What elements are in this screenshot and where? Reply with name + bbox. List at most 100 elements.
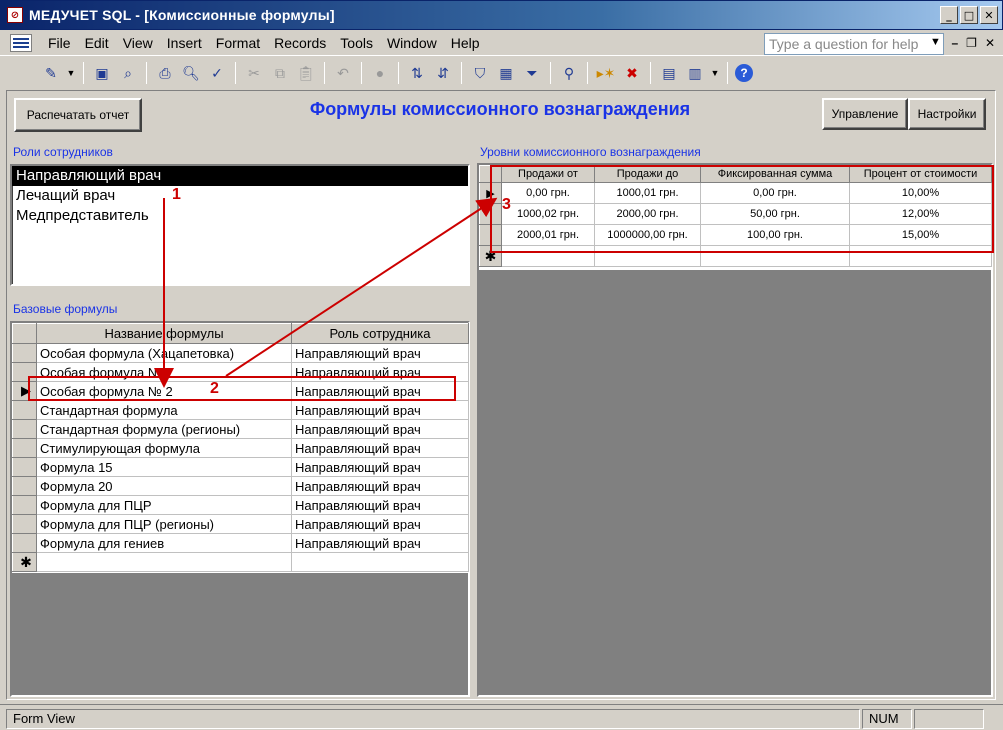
save-icon[interactable]: ▣ [91,62,113,84]
record-selector[interactable] [12,343,37,363]
undo-icon[interactable]: ↶ [332,62,354,84]
menu-file[interactable]: File [42,35,79,51]
help-search-input[interactable]: Type a question for help [764,33,944,55]
employee-role-cell[interactable]: Направляющий врач [291,533,469,553]
employee-role-cell[interactable]: Направляющий врач [291,495,469,515]
new-record-icon[interactable]: ✱ [12,552,37,572]
print-preview-icon[interactable]: 🔍︎ [180,62,202,84]
apply-filter-icon[interactable]: ⏷ [521,62,543,84]
settings-button[interactable]: Настройки [908,98,986,130]
menu-help[interactable]: Help [445,35,488,51]
file-search-icon[interactable]: ⌕ [117,62,139,84]
help-icon[interactable]: ? [735,64,753,82]
formula-name-cell[interactable]: Стандартная формула (регионы) [36,419,292,439]
paste-icon[interactable]: 📋︎ [295,62,317,84]
table-row[interactable]: Формула 15 Направляющий врач [12,457,469,477]
help-dropdown-icon[interactable]: ▼ [930,36,941,48]
employee-role-cell[interactable]: Направляющий врач [291,343,469,363]
empty-cell[interactable] [36,552,292,572]
menu-view[interactable]: View [117,35,161,51]
employee-role-cell[interactable]: Направляющий врач [291,438,469,458]
app-icon: ⊘ [7,7,23,23]
mdi-restore-icon[interactable]: ❐ [966,36,977,50]
role-item[interactable]: Направляющий врач [12,166,468,186]
record-selector[interactable] [12,400,37,420]
employee-role-cell[interactable]: Направляющий врач [291,457,469,477]
formula-name-cell[interactable]: Формула 15 [36,457,292,477]
record-selector[interactable] [12,457,37,477]
record-selector[interactable] [12,533,37,553]
base-grid-empty-area [12,573,468,695]
manage-button[interactable]: Управление [822,98,908,130]
close-button[interactable]: ✕ [980,6,998,24]
design-view-icon[interactable]: ✎ [40,62,62,84]
record-selector[interactable] [12,419,37,439]
table-row[interactable]: Формула для гениев Направляющий врач [12,533,469,553]
table-row[interactable]: Формула для ПЦР (регионы) Направляющий вр… [12,514,469,534]
menu-tools[interactable]: Tools [334,35,381,51]
employee-role-cell[interactable]: Направляющий врач [291,400,469,420]
formula-name-cell[interactable]: Стимулирующая формула [36,438,292,458]
mdi-minimize-icon[interactable]: – [951,36,958,50]
filter-by-form-icon[interactable]: ▦ [495,62,517,84]
menu-edit[interactable]: Edit [79,35,117,51]
formula-name-cell[interactable]: Формула для гениев [36,533,292,553]
formula-name-cell[interactable]: Особая формула (Хацапетовка) [36,343,292,363]
filter-by-selection-icon[interactable]: ⛉ [469,62,491,84]
record-selector[interactable] [12,514,37,534]
column-header-employee-role[interactable]: Роль сотрудника [291,323,469,344]
grid-corner[interactable] [12,323,37,344]
role-item[interactable]: Медпредставитель [12,206,468,226]
menu-format[interactable]: Format [210,35,268,51]
table-row[interactable]: Стандартная формула Направляющий врач [12,400,469,420]
minimize-button[interactable]: _ [940,6,958,24]
table-row[interactable]: Особая формула (Хацапетовка) Направляющий… [12,343,469,363]
new-object-icon[interactable]: ▥ [684,62,706,84]
hyperlink-icon[interactable]: ● [369,62,391,84]
new-record-row[interactable]: ✱ [12,552,469,572]
sort-ascending-icon[interactable]: ⇅ [406,62,428,84]
table-row[interactable]: Формула 20 Направляющий врач [12,476,469,496]
find-icon[interactable]: ⚲ [558,62,580,84]
copy-icon[interactable]: ⧉ [269,62,291,84]
formula-name-cell[interactable]: Формула для ПЦР (регионы) [36,514,292,534]
formula-name-cell[interactable]: Формула 20 [36,476,292,496]
record-selector[interactable] [12,476,37,496]
print-icon[interactable]: ⎙ [154,62,176,84]
database-window-icon[interactable]: ▤ [658,62,680,84]
column-header-formula-name[interactable]: Название формулы [36,323,292,344]
formula-name-cell[interactable]: Формула для ПЦР [36,495,292,515]
record-selector[interactable] [12,438,37,458]
base-formulas-label: Базовые формулы [13,302,118,316]
table-row[interactable]: Формула для ПЦР Направляющий врач [12,495,469,515]
mdi-close-icon[interactable]: ✕ [985,36,995,50]
status-mode: Form View [6,709,860,729]
record-selector[interactable] [12,495,37,515]
view-dropdown-icon[interactable]: ▼ [66,62,76,84]
annotation-box-selected-formula [28,376,456,401]
toolbar-separator [727,62,728,84]
spelling-icon[interactable]: ✓ [206,62,228,84]
cut-icon[interactable]: ✂ [243,62,265,84]
employee-role-cell[interactable]: Направляющий врач [291,419,469,439]
empty-cell[interactable] [291,552,469,572]
delete-record-icon[interactable]: ✖ [621,62,643,84]
sort-descending-icon[interactable]: ⇵ [432,62,454,84]
employee-role-cell[interactable]: Направляющий врач [291,514,469,534]
form-icon[interactable] [10,33,32,52]
formula-name-cell[interactable]: Стандартная формула [36,400,292,420]
roles-listbox[interactable]: Направляющий врач Лечащий врач Медпредст… [10,164,470,286]
menu-window[interactable]: Window [381,35,445,51]
print-report-button[interactable]: Распечатать отчет [14,98,142,132]
menu-insert[interactable]: Insert [161,35,210,51]
title-bar: ⊘ МЕДУЧЕТ SQL - [Комиссионные формулы] _… [0,0,1003,30]
maximize-button[interactable]: □ [960,6,978,24]
annotation-number-2: 2 [210,380,219,397]
table-row[interactable]: Стимулирующая формула Направляющий врач [12,438,469,458]
employee-role-cell[interactable]: Направляющий врач [291,476,469,496]
table-row[interactable]: Стандартная формула (регионы) Направляющи… [12,419,469,439]
new-record-icon[interactable]: ▸✶ [595,62,617,84]
menu-records[interactable]: Records [268,35,334,51]
role-item[interactable]: Лечащий врач [12,186,468,206]
new-object-dropdown-icon[interactable]: ▼ [710,62,720,84]
